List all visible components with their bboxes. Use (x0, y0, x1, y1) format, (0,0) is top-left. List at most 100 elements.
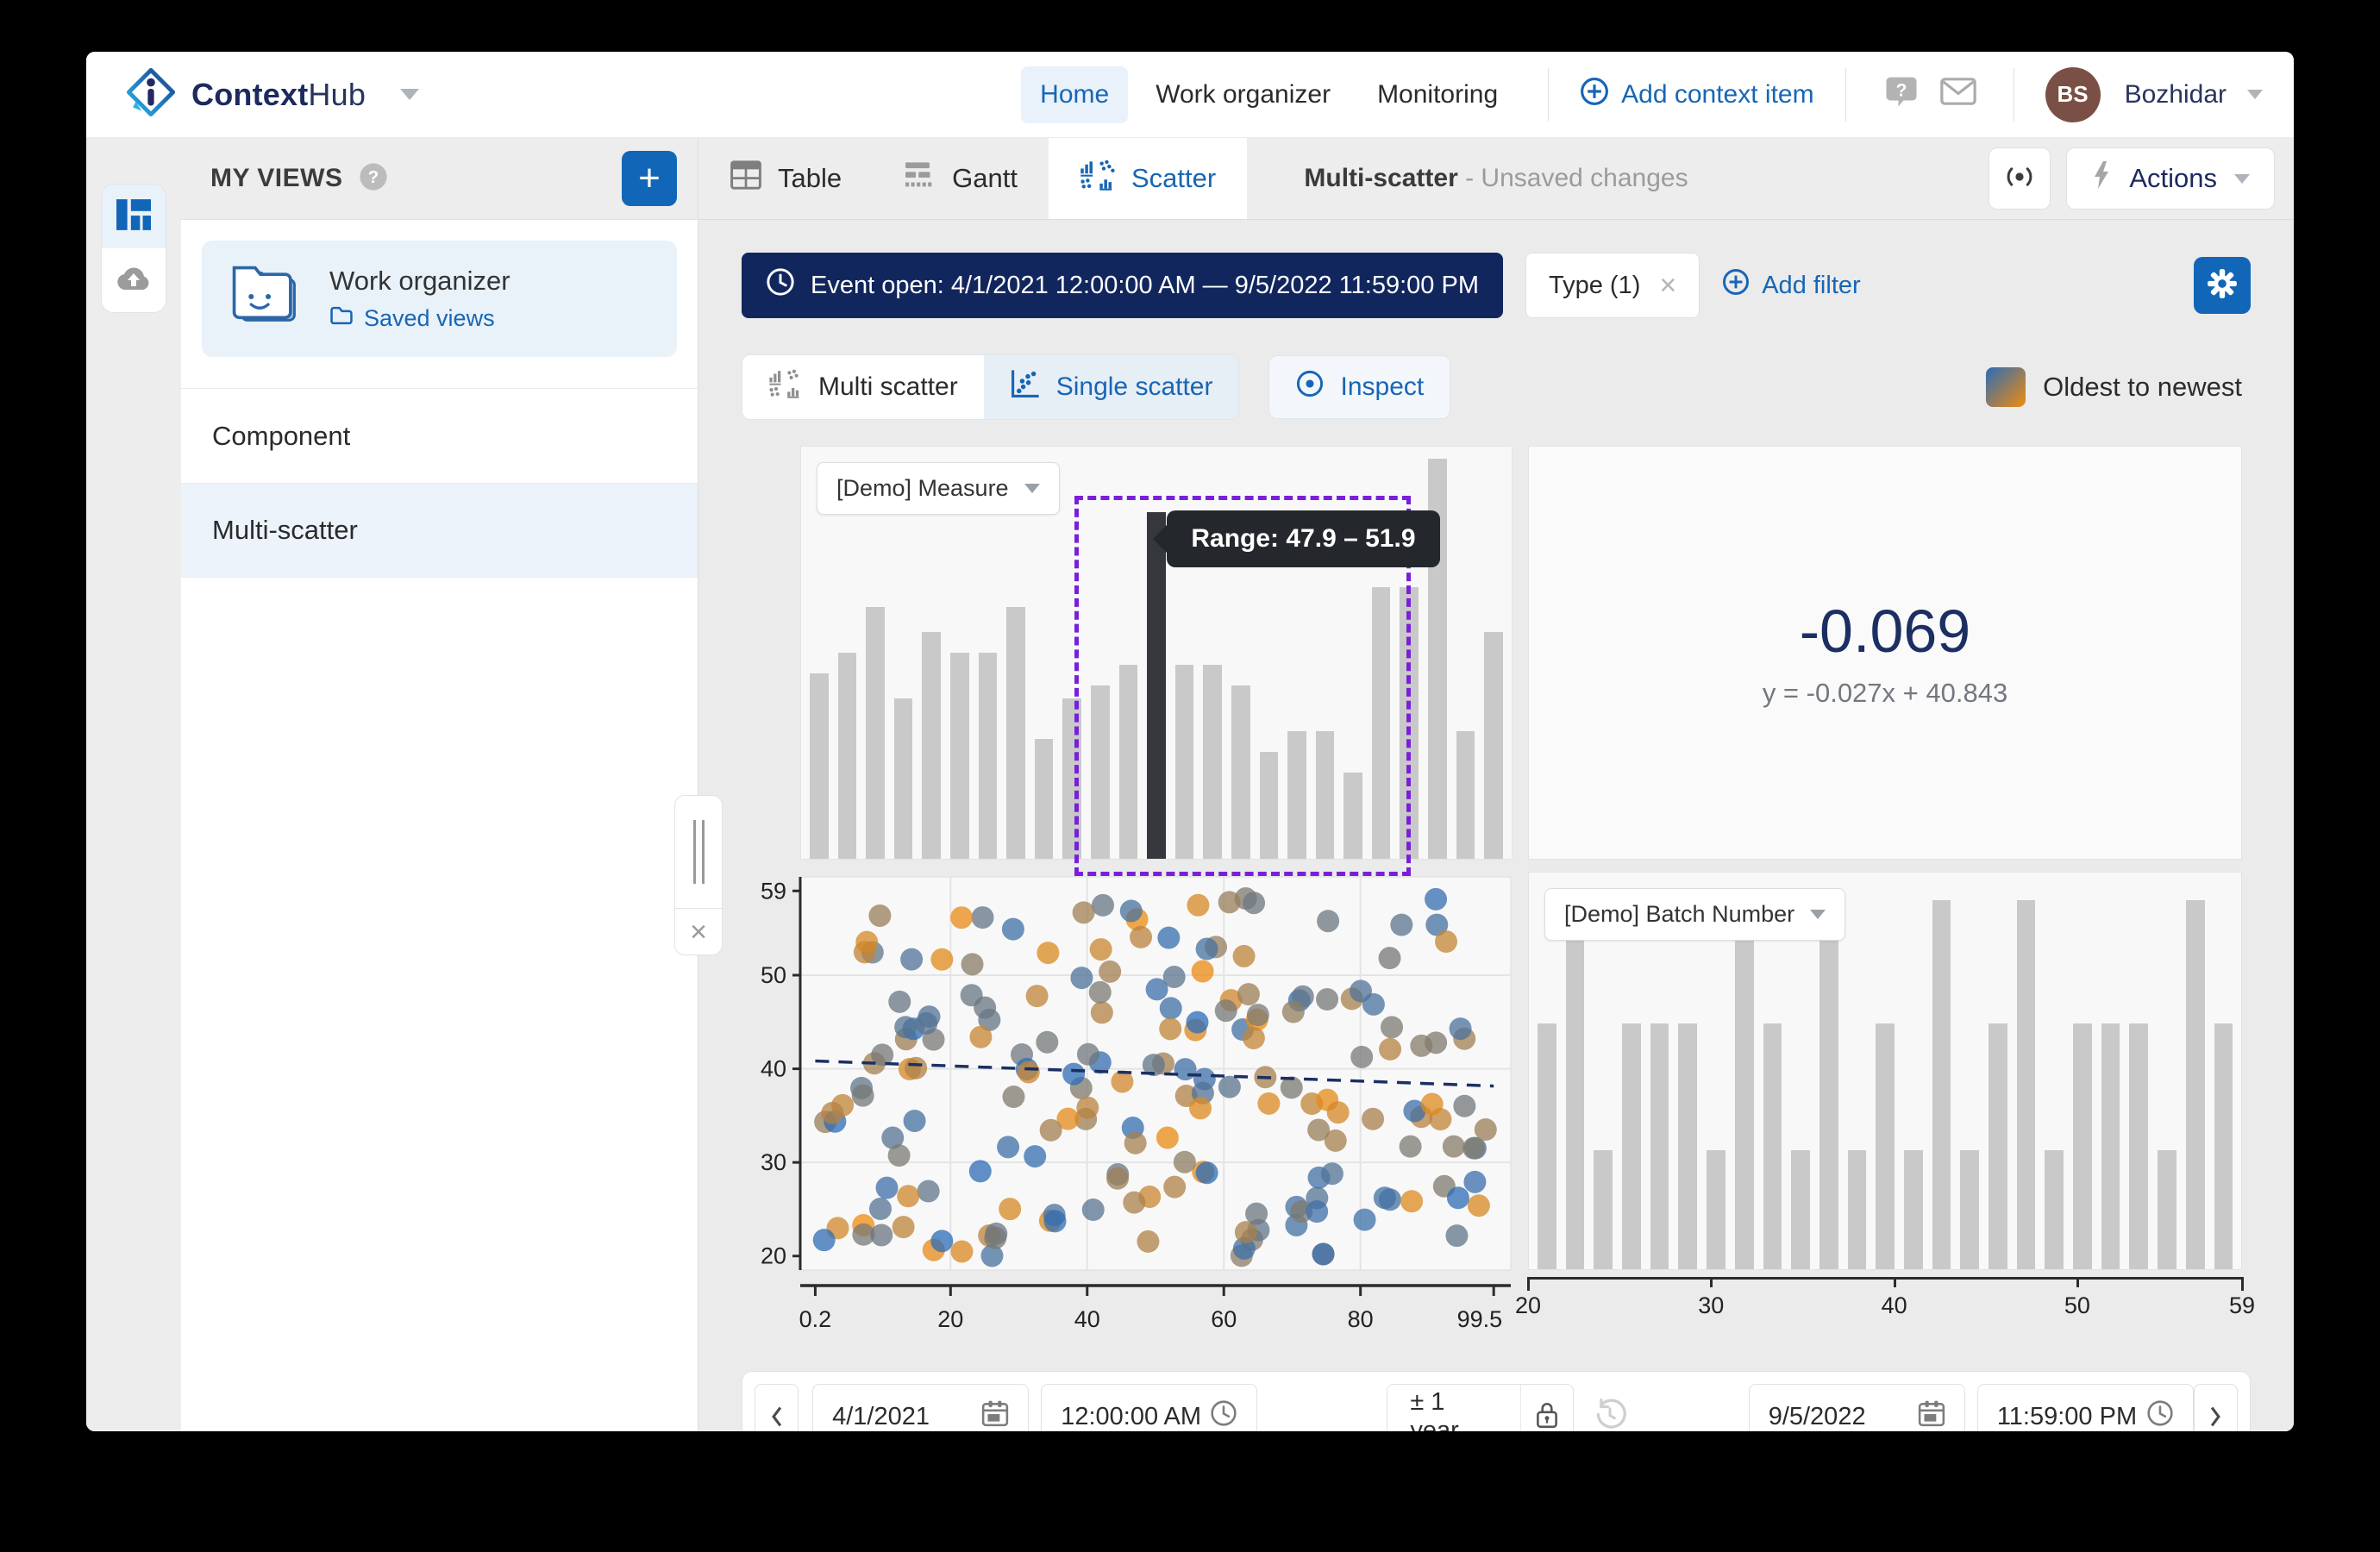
histogram-bar[interactable] (808, 673, 830, 859)
tab-gantt[interactable]: Gantt (873, 138, 1049, 219)
histogram-bar[interactable] (1987, 1023, 2009, 1269)
histogram-bar[interactable] (920, 632, 943, 859)
rail-upload-button[interactable] (102, 248, 166, 312)
histogram-bar[interactable] (2071, 1023, 2094, 1269)
broadcast-button[interactable] (1989, 147, 2051, 210)
brand-logo[interactable]: ContextHub (124, 66, 419, 123)
actions-button[interactable]: Actions (2066, 147, 2275, 210)
histogram-bar[interactable] (977, 653, 999, 859)
measure-histogram-panel[interactable]: [Demo] Measure Range: 47.9 – 51.9 (800, 446, 1513, 860)
dropdown-caret-icon (1024, 484, 1040, 493)
messages-button[interactable] (1934, 71, 1982, 119)
shift-range-back-button[interactable] (755, 1384, 799, 1431)
histogram-bar[interactable] (2213, 1023, 2235, 1269)
nav-item-monitoring[interactable]: Monitoring (1358, 66, 1517, 123)
histogram-bar[interactable] (1286, 731, 1308, 859)
measure-dropdown[interactable]: [Demo] Measure (817, 462, 1060, 515)
user-menu-caret-icon[interactable] (2247, 90, 2263, 99)
filter-row: Event open: 4/1/2021 12:00:00 AM — 9/5/2… (742, 253, 2251, 318)
histogram-bar[interactable] (1592, 1150, 1614, 1269)
rail-views-button[interactable] (102, 185, 166, 248)
histogram-bar[interactable] (2100, 1023, 2122, 1269)
histogram-bar[interactable] (2015, 900, 2038, 1269)
user-avatar[interactable]: BS (2045, 67, 2101, 122)
multi-scatter-icon (768, 369, 803, 405)
add-filter-button[interactable]: Add filter (1722, 268, 1860, 303)
histogram-bar[interactable] (2156, 1150, 2178, 1269)
histogram-bar[interactable] (1762, 1023, 1784, 1269)
scatter-plot[interactable]: 59504030200.22040608099.5 (745, 872, 1513, 1342)
histogram-bar[interactable] (836, 653, 859, 859)
histogram-bar[interactable] (1005, 607, 1027, 859)
histogram-bar[interactable] (1564, 900, 1587, 1269)
histogram-bar[interactable] (1145, 512, 1168, 859)
brand-caret-icon[interactable] (400, 89, 419, 100)
histogram-bar[interactable] (1649, 1023, 1671, 1269)
add-view-button[interactable]: + (622, 151, 677, 206)
histogram-bar[interactable] (1342, 773, 1364, 859)
chart-settings-button[interactable] (2194, 257, 2251, 314)
histogram-bar[interactable] (1902, 1150, 1925, 1269)
nav-item-home[interactable]: Home (1021, 66, 1128, 123)
splitter-collapse-button[interactable]: × (674, 909, 723, 955)
subtab-multi-scatter[interactable]: Multi scatter (742, 355, 984, 419)
histogram-bar[interactable] (1370, 587, 1393, 859)
histogram-bar[interactable] (1958, 1150, 1981, 1269)
saved-views-link[interactable]: Saved views (329, 305, 510, 332)
subtab-single-scatter[interactable]: Single scatter (984, 355, 1239, 419)
histogram-bar[interactable] (1314, 731, 1337, 859)
histogram-bar[interactable] (949, 653, 971, 859)
nav-item-work-organizer[interactable]: Work organizer (1137, 66, 1350, 123)
histogram-bar[interactable] (2043, 1150, 2065, 1269)
start-date-button[interactable]: 4/1/2021 (812, 1384, 1029, 1431)
histogram-bar[interactable] (1230, 685, 1252, 859)
type-filter-chip[interactable]: Type (1) × (1525, 253, 1700, 318)
help-button[interactable]: ? (1877, 71, 1926, 119)
histogram-bar[interactable] (1174, 665, 1196, 859)
histogram-bar[interactable] (1874, 1023, 1896, 1269)
histogram-bar[interactable] (1818, 900, 1840, 1269)
histogram-bar[interactable] (1118, 665, 1140, 859)
range-duration-button[interactable]: ± 1 year (1387, 1385, 1520, 1431)
batch-number-dropdown[interactable]: [Demo] Batch Number (1544, 888, 1845, 941)
end-time-button[interactable]: 11:59:00 PM (1977, 1384, 2194, 1431)
event-open-filter-pill[interactable]: Event open: 4/1/2021 12:00:00 AM — 9/5/2… (742, 253, 1503, 318)
histogram-bar[interactable] (1258, 752, 1281, 859)
inspect-button[interactable]: Inspect (1268, 355, 1450, 419)
tab-scatter[interactable]: Scatter (1049, 138, 1247, 219)
histogram-bar[interactable] (1201, 665, 1224, 859)
remove-filter-icon[interactable]: × (1659, 271, 1676, 300)
histogram-bar[interactable] (892, 698, 915, 859)
splitter-drag-handle[interactable] (674, 795, 723, 909)
histogram-bar[interactable] (2127, 1023, 2150, 1269)
range-lock-button[interactable] (1520, 1385, 1573, 1431)
histogram-bar[interactable] (1033, 739, 1055, 859)
histogram-bar[interactable] (1931, 900, 1953, 1269)
axis-tick-label: 59 (2229, 1292, 2255, 1319)
add-context-item-button[interactable]: Add context item (1580, 77, 1813, 113)
work-organizer-card[interactable]: Work organizer Saved views (202, 241, 677, 357)
histogram-bar[interactable] (1398, 587, 1420, 859)
histogram-bar[interactable] (1620, 1023, 1643, 1269)
histogram-bar[interactable] (2184, 900, 2207, 1269)
histogram-bar[interactable] (864, 607, 886, 859)
histogram-bar[interactable] (1733, 900, 1756, 1269)
histogram-bar[interactable] (1676, 1023, 1699, 1269)
histogram-bar[interactable] (1846, 1150, 1869, 1269)
histogram-bar[interactable] (1705, 1150, 1727, 1269)
sidebar-item-component[interactable]: Component (181, 388, 698, 483)
histogram-bar[interactable] (1455, 731, 1477, 859)
histogram-bar[interactable] (1061, 698, 1083, 859)
sidebar-item-multi-scatter[interactable]: Multi-scatter (181, 483, 698, 578)
end-date-button[interactable]: 9/5/2022 (1749, 1384, 1965, 1431)
start-time-button[interactable]: 12:00:00 AM (1041, 1384, 1257, 1431)
batch-histogram-panel[interactable]: [Demo] Batch Number (1528, 872, 2242, 1270)
histogram-bar[interactable] (1789, 1150, 1812, 1269)
histogram-bar[interactable] (1482, 632, 1505, 859)
histogram-bar[interactable] (1536, 1023, 1558, 1269)
reset-history-button[interactable] (1584, 1384, 1637, 1431)
histogram-bar[interactable] (1089, 685, 1112, 859)
shift-range-forward-button[interactable] (2194, 1384, 2238, 1431)
tab-table[interactable]: Table (698, 138, 873, 219)
help-circle-icon[interactable]: ? (358, 161, 389, 197)
